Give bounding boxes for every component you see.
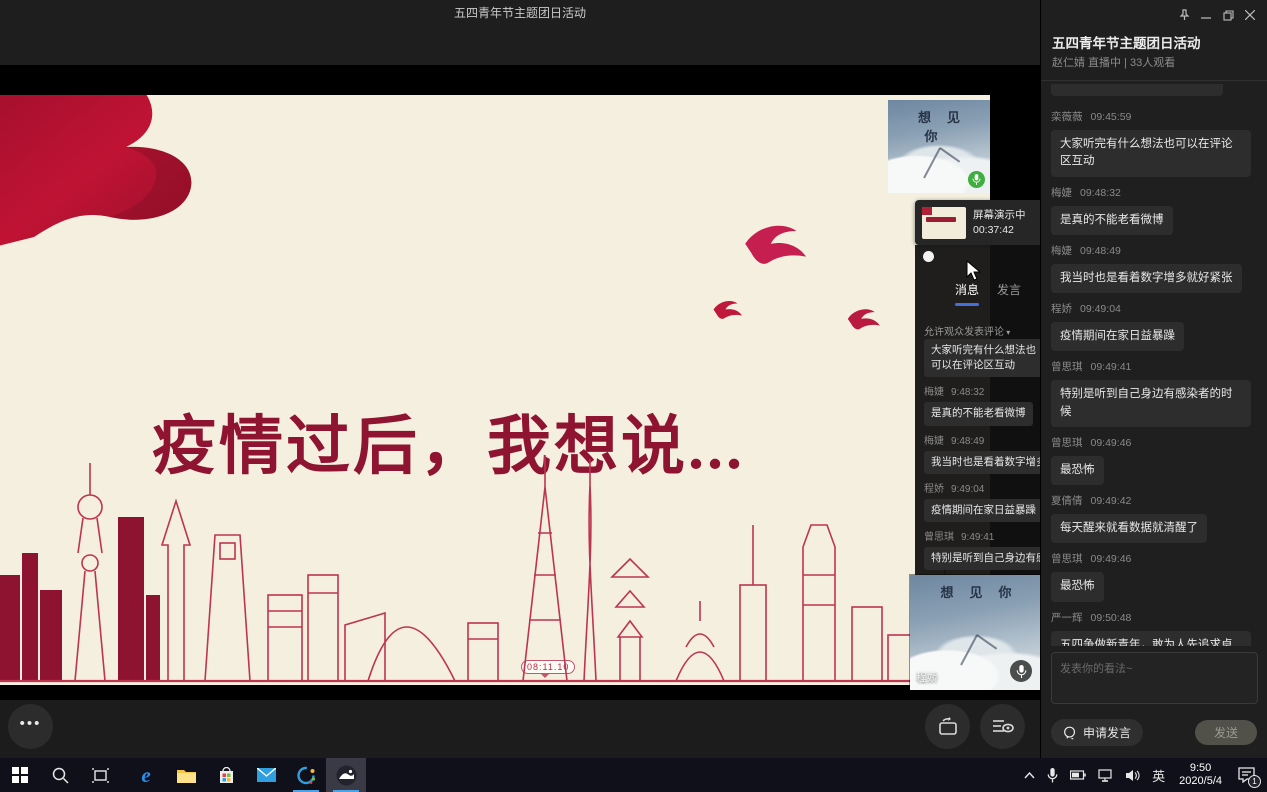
search-icon[interactable] [40,758,80,792]
window-controls [1173,6,1261,24]
share-duration: 00:37:42 [973,223,1026,238]
request-speak-button[interactable]: 申请发言 [1051,719,1143,746]
live-stage-window: 五四青年节主题团日活动 疫情过后，我想说... 08: [0,0,1040,758]
more-options-button[interactable]: ••• [8,704,53,749]
chat-message [1051,84,1262,101]
overlay-chat-message: 曾思琪9:49:41 特别是听到自己身边有感染者的时候 [924,528,1040,570]
live-app-icon-active[interactable] [326,758,366,792]
overlay-chat-panel: 消息发言 允许观众发表评论 大家听完有什么想法也可以在评论区互动 梅婕9:48:… [915,245,1040,575]
mic-on-icon [968,171,985,188]
poster-title: 想见你 [888,107,990,145]
clock-hand [939,148,960,163]
restore-icon[interactable] [1217,6,1239,24]
store-icon[interactable] [206,758,246,792]
edge-icon[interactable]: e [126,758,166,792]
flag-graphic [0,95,224,251]
clock-date: 2020/5/4 [1179,775,1222,787]
clock[interactable]: 9:50 2020/5/4 [1171,758,1230,792]
overlay-message-list[interactable]: 大家听完有什么想法也可以在评论区互动 梅婕9:48:32 是真的不能老看微博 梅… [924,339,1040,575]
divider [1041,80,1267,81]
shared-slide: 疫情过后，我想说... 08:11.10 [0,95,990,685]
clock-hand [923,148,941,179]
status-dot [923,251,934,262]
task-view-icon[interactable] [80,758,120,792]
mouse-cursor [966,260,982,282]
clock-time: 9:50 [1190,762,1211,774]
chat-message: 栾薇薇09:45:59 大家听完有什么想法也可以在评论区互动 [1051,109,1262,177]
overlay-tab[interactable]: 发言 [997,281,1021,306]
volume-icon[interactable] [1120,758,1146,792]
comment-permission-dropdown[interactable]: 允许观众发表评论 [924,323,1010,338]
chat-message-list[interactable]: 栾薇薇09:45:59 大家听完有什么想法也可以在评论区互动 梅婕09:48:3… [1051,84,1262,646]
ime-indicator[interactable]: 英 [1146,758,1171,792]
bird-icon [742,221,806,273]
pin-icon[interactable] [1173,6,1195,24]
network-icon[interactable] [1092,758,1120,792]
microphone-tray-icon[interactable] [1041,758,1064,792]
overlay-tabs: 消息发言 [915,281,1040,306]
minimize-icon[interactable] [1195,6,1217,24]
chat-message: 梅婕09:48:49 我当时也是看着数字增多就好紧张 [1051,243,1262,293]
chat-message: 程娇09:49:04 疫情期间在家日益暴躁 [1051,301,1262,351]
host-and-viewers: 赵仁婧 直播中 | 33人观看 [1052,54,1175,70]
mic-icon[interactable] [1010,660,1032,682]
send-button[interactable]: 发送 [1195,720,1257,745]
overlay-chat-message: 梅婕9:48:49 我当时也是看着数字增多就好紧张 [924,432,1040,474]
chat-visibility-button[interactable] [980,704,1025,749]
overlay-chat-message: 程娇9:49:04 疫情期间在家日益暴躁 [924,480,1040,522]
screen: 五四青年节主题团日活动 疫情过后，我想说... 08: [0,0,1267,792]
notification-badge: 1 [1248,775,1261,788]
stream-title: 五四青年节主题团日活动 [0,4,1040,21]
video-tile-participant[interactable]: 想见你 程娇 [910,575,1040,690]
chat-message: 严一辉09:50:48 五四争做新青年，敢为人先追求卓越 [1051,610,1262,647]
hidden-icons-chevron[interactable] [1018,758,1041,792]
share-status-label: 屏幕演示中 [973,208,1026,223]
overlay-tab[interactable]: 消息 [955,281,979,306]
poster-title: 想见你 [910,582,1040,601]
switch-view-button[interactable] [925,704,970,749]
chat-message: 曾思琪09:49:46 最恐怖 [1051,551,1262,601]
file-explorer-icon[interactable] [166,758,206,792]
mail-icon[interactable] [246,758,286,792]
chat-message: 曾思琪09:49:46 最恐怖 [1051,435,1262,485]
battery-icon[interactable] [1064,758,1092,792]
start-button[interactable] [0,758,40,792]
video-tile-host[interactable]: 想见你 [888,100,990,193]
chat-message: 梅婕09:48:32 是真的不能老看微博 [1051,185,1262,235]
comment-input[interactable] [1051,652,1258,704]
skyline-graphic [0,425,990,685]
windows-taskbar: e [0,758,1267,792]
system-tray: 英 9:50 2020/5/4 1 [1018,758,1267,792]
clock-hand [976,634,997,649]
live-title: 五四青年节主题团日活动 [1052,32,1201,52]
live-chat-panel: 五四青年节主题团日活动 赵仁婧 直播中 | 33人观看 栾薇薇09:45:59 … [1040,0,1267,758]
chat-message: 曾思琪09:49:41 特别是听到自己身边有感染者的时候 [1051,359,1262,427]
bird-icon [712,299,742,323]
clock-hand [960,634,978,665]
overlay-chat-message: 梅婕9:48:32 是真的不能老看微博 [924,383,1040,425]
meeting-app-icon[interactable] [286,758,326,792]
overlay-chat-message: 大家听完有什么想法也可以在评论区互动 [924,339,1040,377]
close-icon[interactable] [1239,6,1261,24]
chat-message: 夏倩倩09:49:42 每天醒来就看数据就清醒了 [1051,493,1262,543]
share-thumbnail [922,207,966,239]
action-center-icon[interactable]: 1 [1230,758,1267,792]
stage-control-bar [0,700,1040,758]
screen-share-statusbar[interactable]: 屏幕演示中 00:37:42 [915,200,1040,245]
raise-hand-mic-icon [1063,725,1078,741]
bird-icon [846,307,880,334]
participant-name: 程娇 [916,669,938,685]
